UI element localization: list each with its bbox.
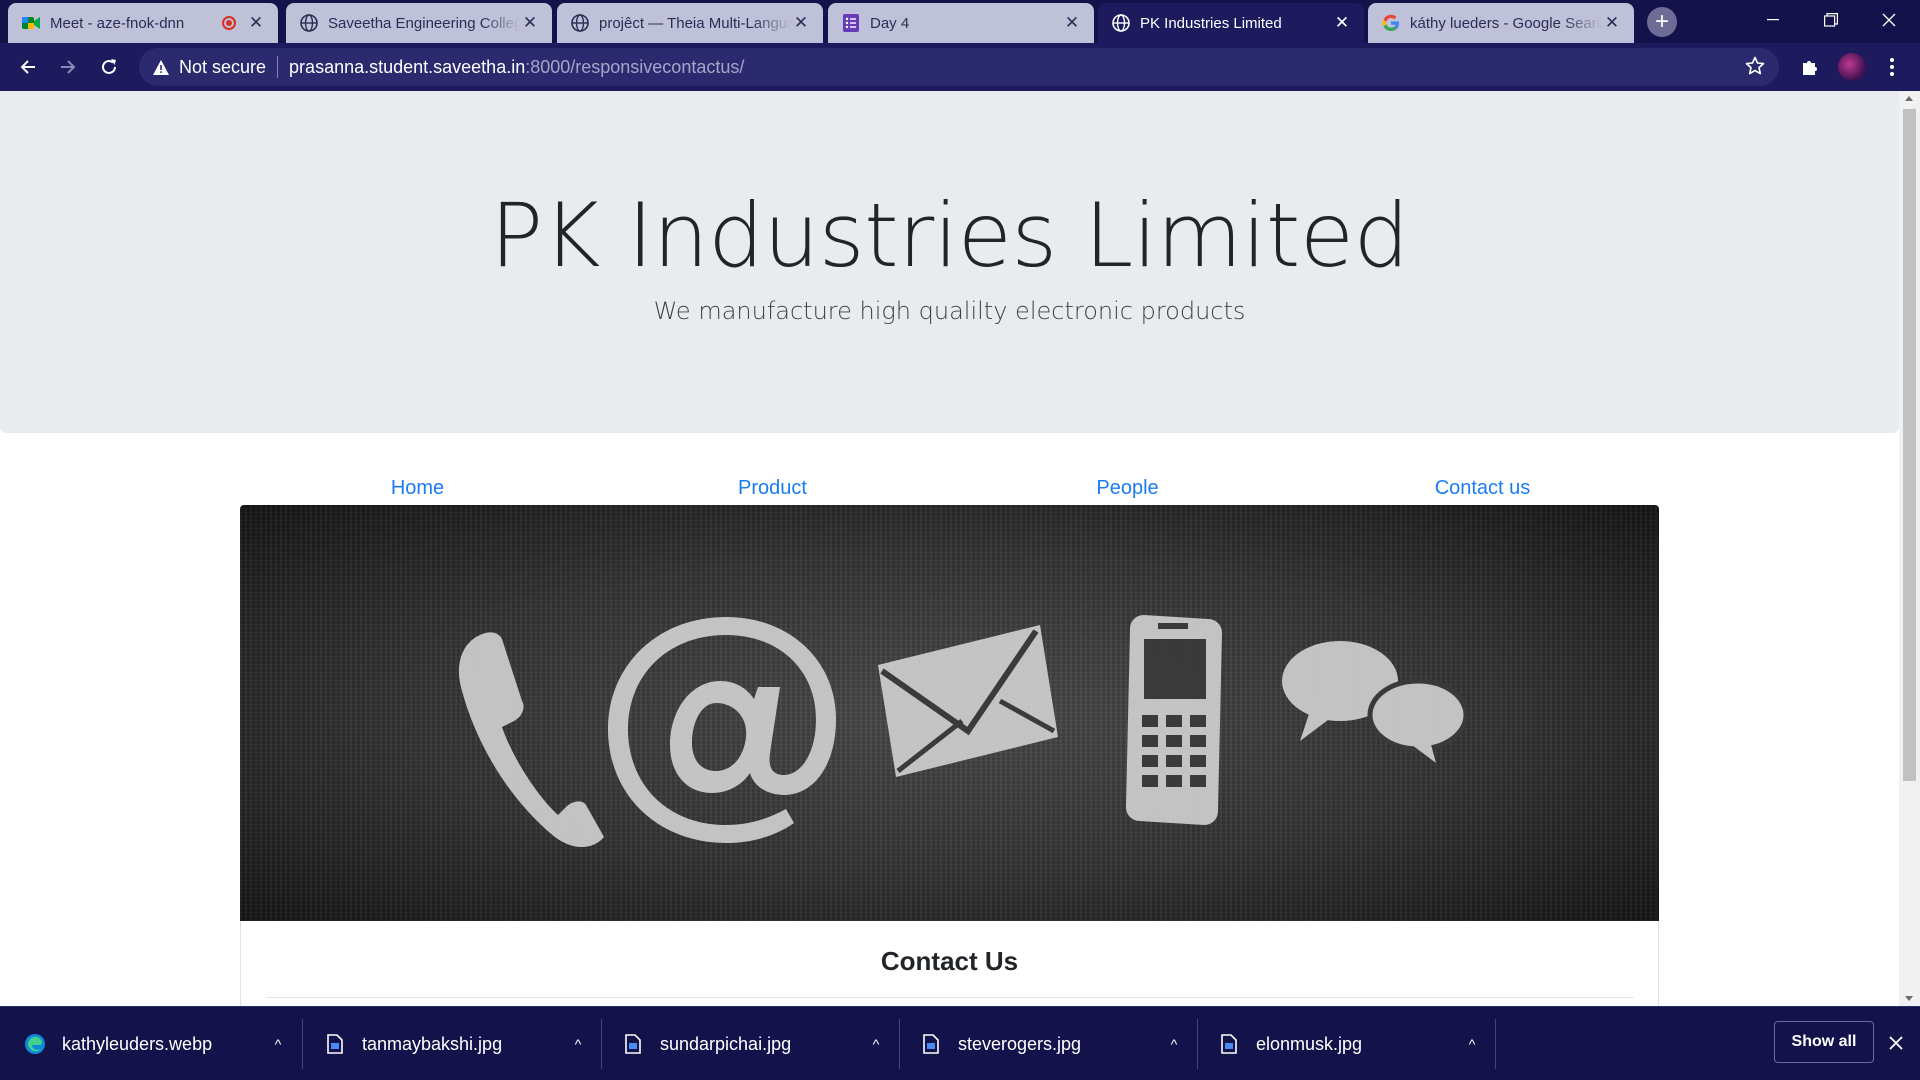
minimize-button[interactable] bbox=[1744, 0, 1802, 40]
page-tagline: We manufacture high qualilty electronic … bbox=[653, 297, 1246, 325]
address-bar[interactable]: Not secure prasanna.student.saveetha.in:… bbox=[139, 48, 1779, 86]
tab-title: káthy lueders - Google Search bbox=[1410, 14, 1602, 32]
nav-people-link[interactable]: People bbox=[950, 477, 1305, 507]
page-scrollbar[interactable] bbox=[1899, 91, 1920, 1006]
forms-icon bbox=[842, 14, 860, 32]
security-label[interactable]: Not secure bbox=[179, 57, 266, 78]
download-item[interactable]: tanmaybakshi.jpg ^ bbox=[300, 1007, 598, 1080]
tab-title: PK Industries Limited bbox=[1140, 14, 1282, 32]
download-filename: sundarpichai.jpg bbox=[660, 1033, 792, 1054]
page-viewport: PK Industries Limited We manufacture hig… bbox=[0, 91, 1920, 1006]
download-filename: tanmaybakshi.jpg bbox=[362, 1033, 503, 1054]
google-icon bbox=[1382, 14, 1400, 32]
download-filename: kathyleuders.webp bbox=[62, 1033, 213, 1054]
globe-icon bbox=[1112, 14, 1130, 32]
recording-icon bbox=[222, 16, 236, 30]
download-item[interactable]: kathyleuders.webp ^ bbox=[0, 1007, 298, 1080]
globe-icon bbox=[571, 14, 589, 32]
profile-avatar[interactable] bbox=[1836, 51, 1868, 83]
divider bbox=[1495, 1019, 1496, 1069]
menu-kebab-icon[interactable] bbox=[1876, 51, 1908, 83]
tab-pk-industries[interactable]: PK Industries Limited ✕ bbox=[1098, 3, 1364, 43]
phone-icon bbox=[458, 632, 604, 848]
close-icon[interactable]: ✕ bbox=[791, 13, 811, 33]
avatar bbox=[1838, 53, 1866, 81]
url-path: :8000/responsivecontactus/ bbox=[525, 56, 745, 77]
reload-button[interactable] bbox=[93, 51, 125, 83]
show-all-button[interactable]: Show all bbox=[1774, 1021, 1874, 1063]
chevron-up-icon[interactable]: ^ bbox=[558, 1036, 598, 1052]
scroll-down-arrow-icon[interactable] bbox=[1905, 996, 1913, 1001]
file-icon bbox=[920, 1033, 942, 1055]
forward-button[interactable] bbox=[52, 51, 84, 83]
tab-title: Saveetha Engineering College bbox=[328, 14, 520, 32]
close-icon[interactable]: ✕ bbox=[520, 13, 540, 33]
close-icon[interactable]: ✕ bbox=[1602, 13, 1622, 33]
chevron-up-icon[interactable]: ^ bbox=[856, 1036, 896, 1052]
tab-theia[interactable]: projêct — Theia Multi-Language ✕ bbox=[557, 3, 823, 43]
chevron-up-icon[interactable]: ^ bbox=[1452, 1036, 1492, 1052]
page-title: PK Industries Limited bbox=[490, 184, 1409, 287]
nav-contact-link[interactable]: Contact us bbox=[1305, 477, 1660, 507]
close-icon[interactable]: ✕ bbox=[246, 13, 266, 33]
scrollbar-thumb[interactable] bbox=[1903, 109, 1916, 781]
file-icon bbox=[324, 1033, 346, 1055]
chevron-up-icon[interactable]: ^ bbox=[1154, 1036, 1194, 1052]
tab-title: Meet - aze-fnok-dnn bbox=[50, 14, 185, 32]
new-tab-button[interactable]: + bbox=[1647, 7, 1677, 37]
close-icon[interactable]: ✕ bbox=[1062, 13, 1082, 33]
tab-meet[interactable]: Meet - aze-fnok-dnn ✕ bbox=[8, 3, 278, 43]
url-host: prasanna.student.saveetha.in bbox=[289, 56, 526, 77]
contact-section-title: Contact Us bbox=[880, 946, 1019, 976]
google-meet-icon bbox=[22, 14, 40, 32]
download-item[interactable]: steverogers.jpg ^ bbox=[896, 1007, 1194, 1080]
divider bbox=[277, 56, 279, 78]
nav-home-link[interactable]: Home bbox=[240, 477, 595, 507]
download-item[interactable]: sundarpichai.jpg ^ bbox=[598, 1007, 896, 1080]
restore-button[interactable] bbox=[1802, 0, 1860, 40]
jumbotron-header: PK Industries Limited We manufacture hig… bbox=[0, 91, 1899, 433]
tab-saveetha[interactable]: Saveetha Engineering College ✕ bbox=[286, 3, 552, 43]
edge-icon bbox=[24, 1033, 46, 1055]
close-icon[interactable]: ✕ bbox=[1332, 13, 1352, 33]
close-icon[interactable] bbox=[1884, 1031, 1908, 1055]
chevron-up-icon[interactable]: ^ bbox=[258, 1036, 298, 1052]
download-filename: steverogers.jpg bbox=[958, 1033, 1082, 1054]
envelope-icon bbox=[878, 625, 1058, 777]
download-filename: elonmusk.jpg bbox=[1256, 1033, 1363, 1054]
bookmark-star-icon[interactable] bbox=[1745, 56, 1765, 81]
file-icon bbox=[622, 1033, 644, 1055]
tab-day4[interactable]: Day 4 ✕ bbox=[828, 3, 1094, 43]
tab-strip: Meet - aze-fnok-dnn ✕ Saveetha Engineeri… bbox=[0, 0, 1920, 43]
browser-toolbar: Not secure prasanna.student.saveetha.in:… bbox=[0, 43, 1920, 91]
nav-product-link[interactable]: Product bbox=[595, 477, 950, 507]
chat-bubbles-icon bbox=[1282, 641, 1469, 763]
tab-google-search[interactable]: káthy lueders - Google Search ✕ bbox=[1368, 3, 1634, 43]
extensions-puzzle-icon[interactable] bbox=[1794, 51, 1826, 83]
tab-title: Day 4 bbox=[870, 14, 910, 32]
main-nav: Home Product People Contact us bbox=[240, 477, 1660, 507]
at-sign-icon bbox=[608, 617, 836, 843]
tab-title: projêct — Theia Multi-Language bbox=[599, 14, 791, 32]
back-button[interactable] bbox=[12, 51, 44, 83]
mobile-phone-icon bbox=[1126, 615, 1222, 825]
file-icon bbox=[1218, 1033, 1240, 1055]
download-shelf: kathyleuders.webp ^ tanmaybakshi.jpg ^ s… bbox=[0, 1006, 1920, 1080]
close-window-button[interactable] bbox=[1860, 0, 1918, 40]
contact-banner-image bbox=[240, 505, 1659, 921]
scroll-up-arrow-icon[interactable] bbox=[1905, 96, 1913, 101]
warning-icon[interactable] bbox=[153, 59, 169, 75]
download-item[interactable]: elonmusk.jpg ^ bbox=[1194, 1007, 1492, 1080]
divider bbox=[266, 997, 1634, 998]
globe-icon bbox=[300, 14, 318, 32]
